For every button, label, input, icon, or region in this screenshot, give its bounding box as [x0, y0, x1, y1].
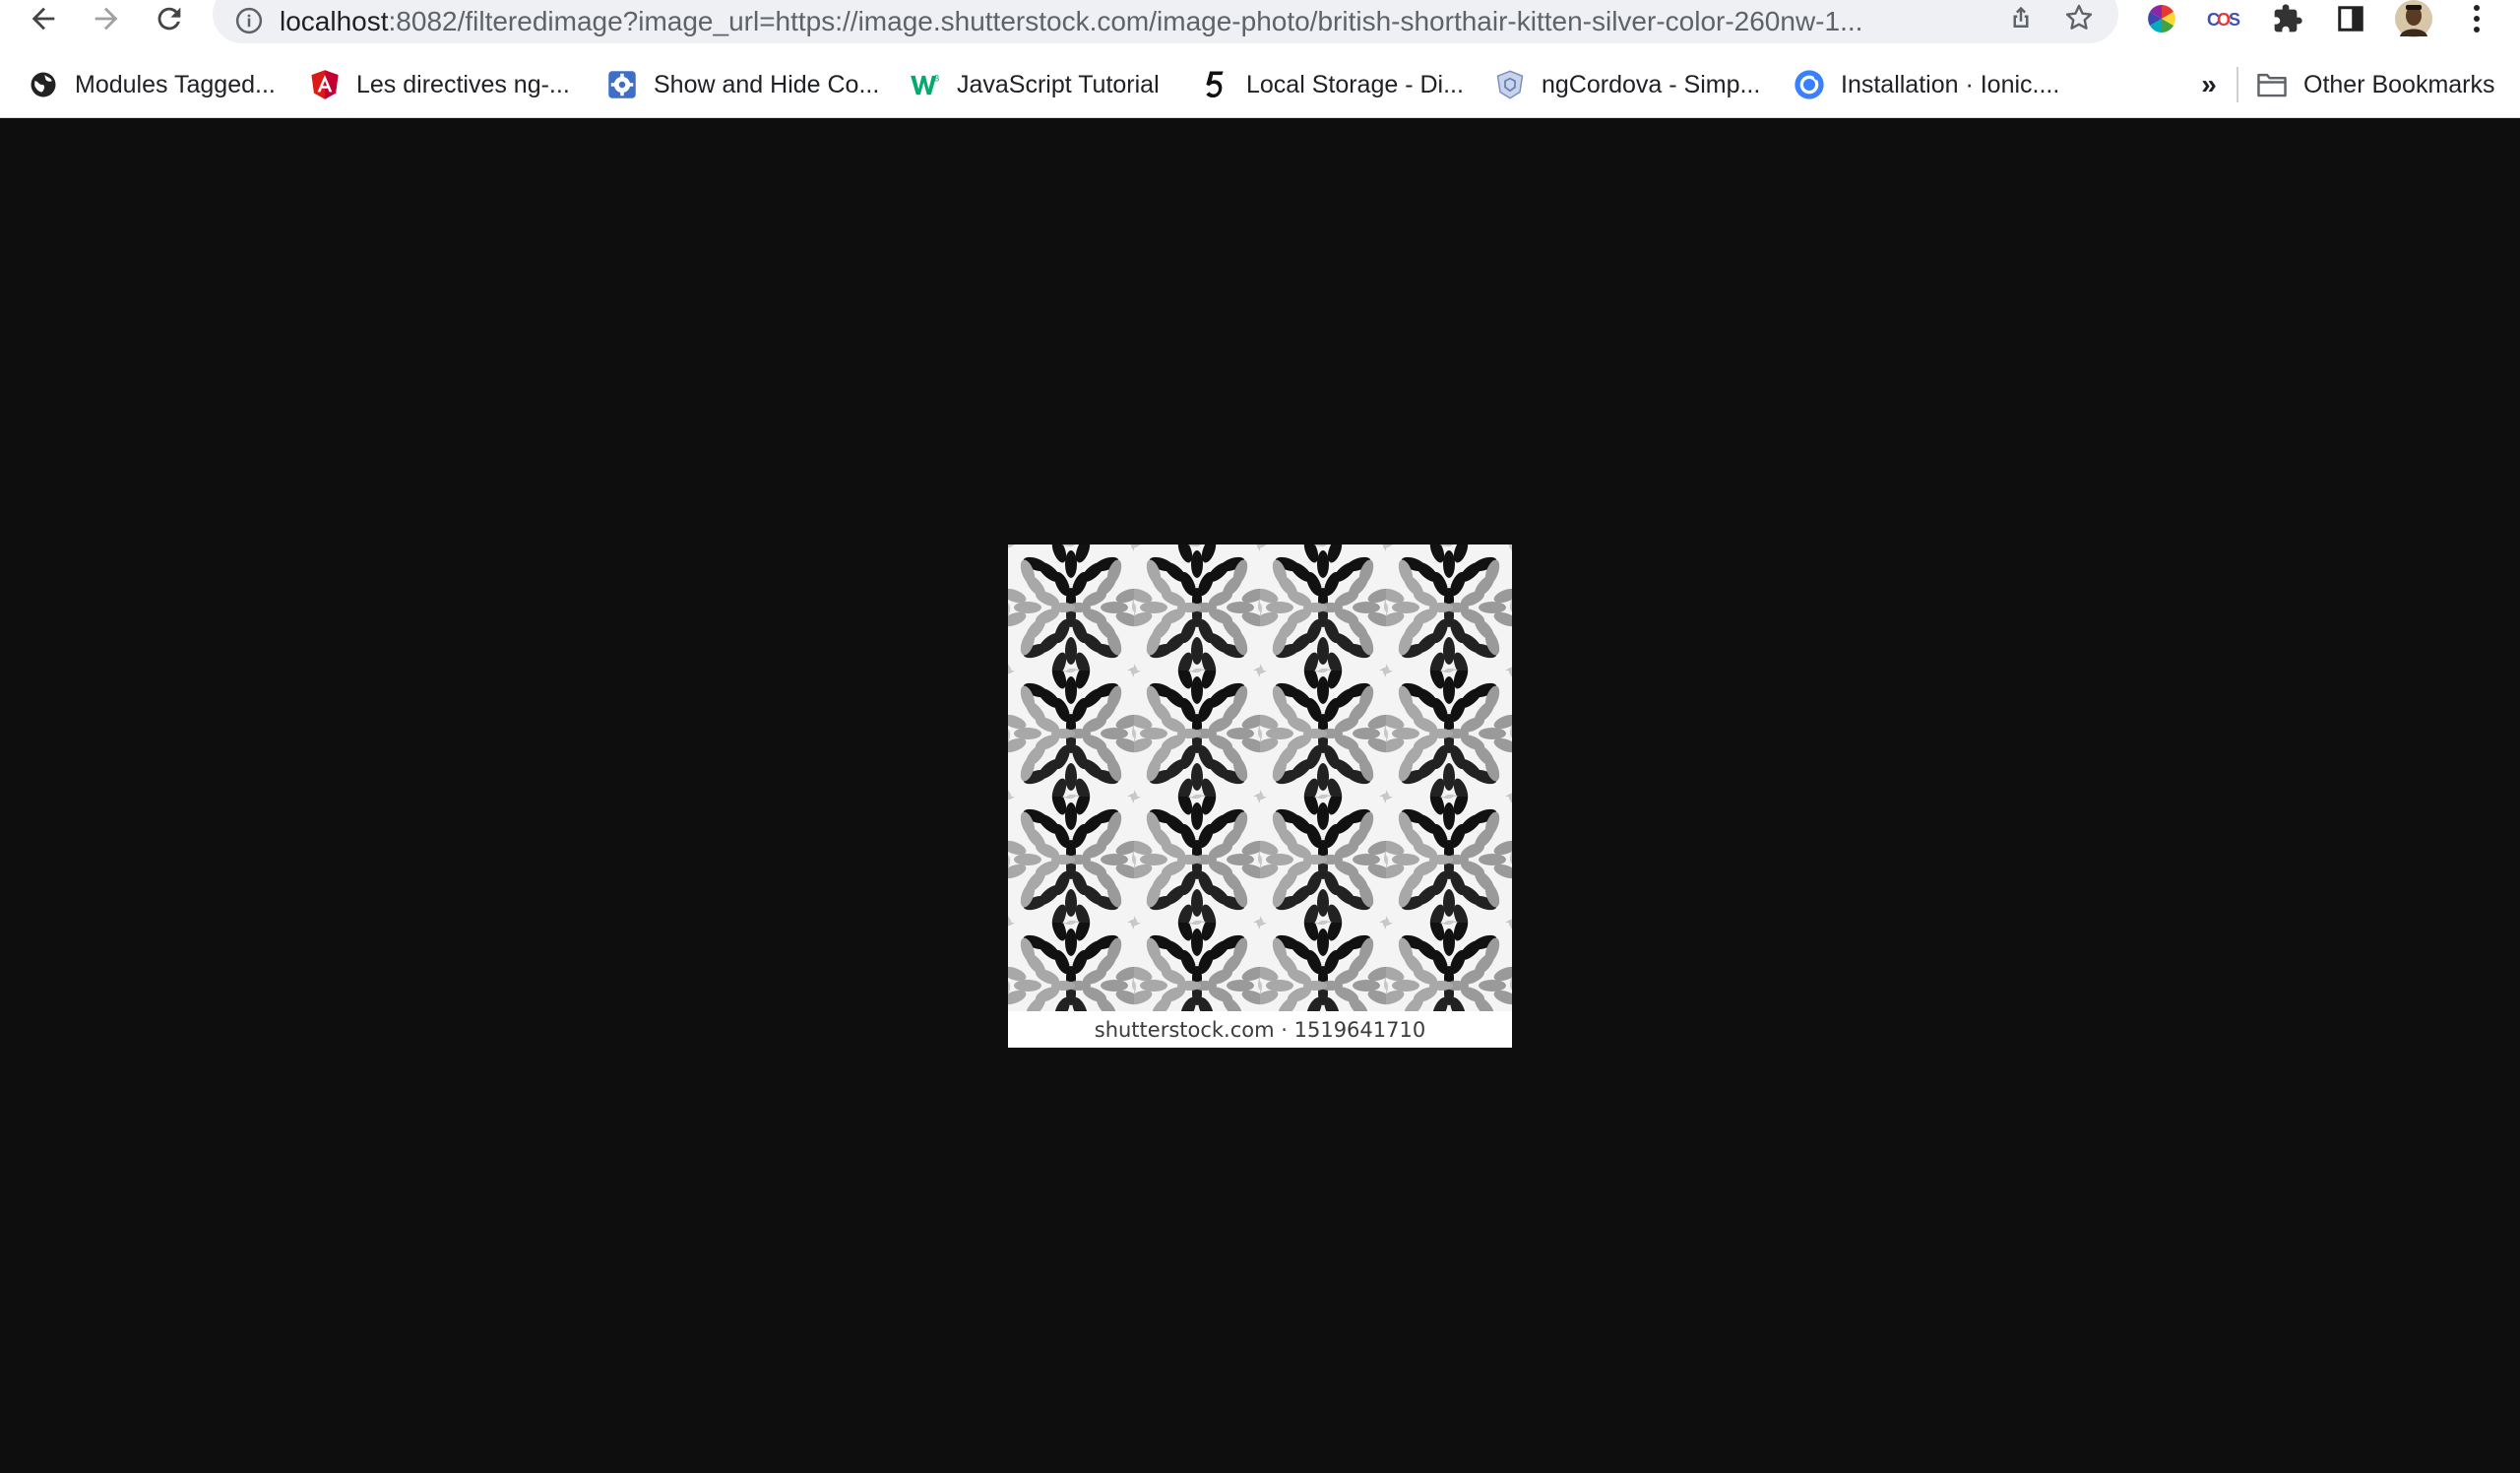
leaf-pattern-image [1008, 544, 1512, 1013]
bookmark-label: Local Storage - Di... [1246, 70, 1464, 98]
bookmarks-bar: Modules Tagged... Les directives ng-... [0, 59, 2520, 110]
bookmark-label: Show and Hide Co... [654, 70, 880, 98]
five-icon [1199, 69, 1230, 100]
back-button[interactable] [18, 0, 69, 37]
url-host: localhost [280, 6, 389, 36]
reload-button[interactable] [144, 0, 195, 37]
angular-icon [309, 69, 341, 100]
kebab-menu-icon [2474, 5, 2480, 32]
share-icon[interactable] [2006, 2, 2036, 33]
bookmark-label: ngCordova - Simp... [1542, 70, 1761, 98]
other-bookmarks-label: Other Bookmarks [2303, 70, 2495, 98]
puzzle-icon [2274, 4, 2302, 32]
reload-icon [158, 7, 181, 31]
ionic-icon [1794, 69, 1825, 100]
bookmark-installation-ionic[interactable]: Installation · Ionic.... [1794, 63, 2059, 106]
bookmark-star-icon[interactable] [2063, 2, 2095, 33]
arrow-left-icon [32, 7, 55, 31]
folder-icon [2256, 69, 2288, 100]
cors-icon: C O S [2207, 10, 2240, 30]
avatar [2395, 0, 2432, 37]
svg-text:3: 3 [934, 74, 939, 84]
gear-icon [606, 69, 638, 100]
arrow-right-icon [94, 7, 118, 31]
extensions-button[interactable] [2266, 0, 2309, 37]
bookmark-ngcordova[interactable]: ngCordova - Simp... [1494, 63, 1760, 106]
bookmark-javascript-tutorial[interactable]: 3 JavaScript Tutorial [910, 63, 1160, 106]
filtered-image: shutterstock.com · 1519641710 [1008, 544, 1512, 1048]
more-bookmarks-button[interactable]: » [2195, 63, 2223, 106]
cors-extension[interactable]: C O S [2203, 0, 2246, 37]
color-wheel-extension[interactable] [2140, 0, 2183, 37]
browser-chrome: localhost:8082/filteredimage?image_url=h… [0, 0, 2520, 118]
bookmark-show-and-hide[interactable]: Show and Hide Co... [606, 63, 879, 106]
url-text[interactable]: localhost:8082/filteredimage?image_url=h… [280, 4, 1904, 39]
address-bar[interactable]: localhost:8082/filteredimage?image_url=h… [213, 0, 2118, 43]
url-path: :8082/filteredimage?image_url=https://im… [388, 6, 1863, 36]
w3schools-icon: 3 [910, 69, 941, 100]
color-wheel-icon [2148, 5, 2175, 32]
bookmark-label: JavaScript Tutorial [957, 70, 1160, 98]
page-viewport: shutterstock.com · 1519641710 [0, 118, 2520, 1473]
image-watermark: shutterstock.com · 1519641710 [1094, 1018, 1426, 1042]
bookmark-label: Modules Tagged... [75, 70, 276, 98]
globe-icon [28, 69, 59, 100]
forward-button[interactable] [81, 0, 132, 37]
other-bookmarks-folder[interactable]: Other Bookmarks [2256, 63, 2495, 106]
info-icon[interactable] [234, 6, 264, 35]
bookmarks-divider [2236, 67, 2238, 102]
bookmark-modules-tagged[interactable]: Modules Tagged... [28, 63, 276, 106]
shield-icon [1494, 69, 1526, 100]
bookmark-label: Installation · Ionic.... [1841, 70, 2060, 98]
bookmark-local-storage[interactable]: Local Storage - Di... [1199, 63, 1464, 106]
side-panel-icon [2338, 6, 2363, 32]
browser-menu-button[interactable] [2455, 0, 2498, 37]
svg-text:S: S [2229, 10, 2240, 30]
browser-toolbar: localhost:8082/filteredimage?image_url=h… [0, 0, 2520, 43]
side-panel-button[interactable] [2329, 0, 2372, 37]
bookmark-les-directives[interactable]: Les directives ng-... [309, 63, 570, 106]
bookmark-label: Les directives ng-... [356, 70, 570, 98]
profile-button[interactable] [2392, 0, 2435, 37]
